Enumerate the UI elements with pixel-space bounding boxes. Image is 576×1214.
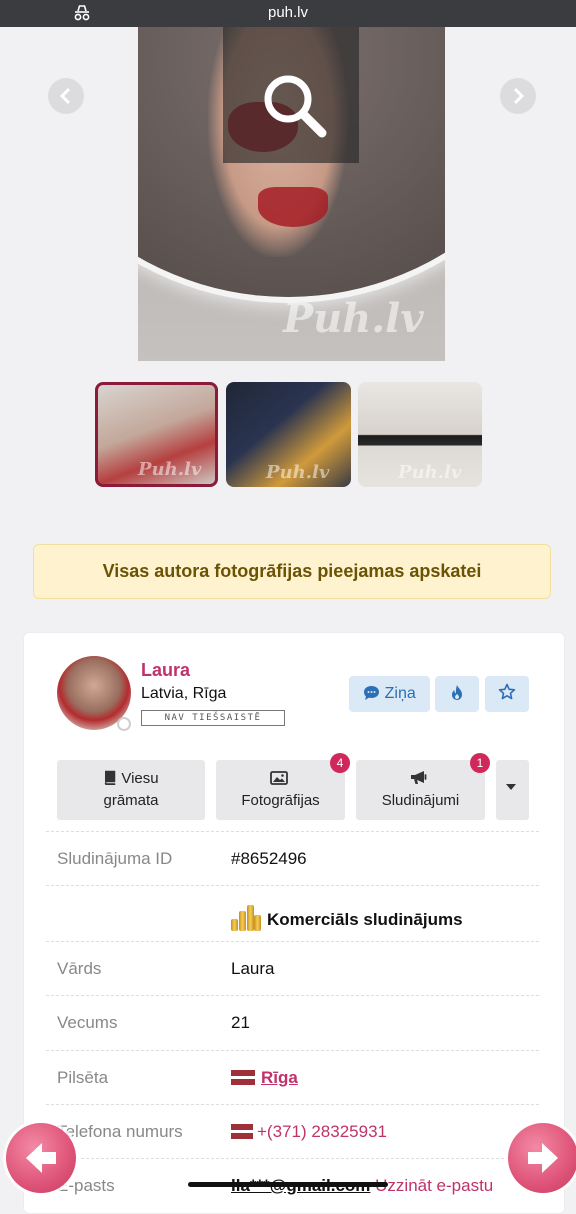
thumbnail-3[interactable]: Puh.lv bbox=[358, 382, 482, 487]
latvia-flag-icon bbox=[231, 1124, 253, 1139]
age-label: Vecums bbox=[57, 1013, 118, 1032]
caret-down-icon bbox=[506, 784, 516, 790]
profile-card: Laura Latvia, Rīga NAV TIEŠSAISTĒ Ziņa V… bbox=[23, 632, 565, 1214]
browser-domain[interactable]: puh.lv bbox=[0, 4, 576, 21]
reveal-email-link[interactable]: Uzzināt e-pastu bbox=[375, 1176, 493, 1195]
star-icon bbox=[498, 683, 516, 700]
detail-row-ad-id: Sludinājuma ID #8652496 bbox=[46, 831, 539, 886]
megaphone-icon bbox=[410, 771, 426, 784]
next-profile-button[interactable] bbox=[508, 1123, 576, 1193]
thumbnail-2[interactable]: Puh.lv bbox=[226, 382, 351, 487]
detail-row-name: Vārds Laura bbox=[46, 941, 539, 996]
phone-label: Telefona numurs bbox=[57, 1122, 183, 1141]
tab-photos[interactable]: Fotogrāfijas 4 bbox=[216, 753, 350, 820]
photo-watermark: Puh.lv bbox=[283, 295, 424, 342]
thumbnail-1[interactable]: Puh.lv bbox=[95, 382, 218, 487]
arrow-right-icon bbox=[528, 1143, 558, 1173]
offline-status-dot bbox=[117, 717, 131, 731]
commercial-label: Komerciāls sludinājums bbox=[267, 910, 463, 929]
fire-button[interactable] bbox=[435, 676, 479, 712]
tab-guestbook-label-1: Viesu bbox=[121, 770, 159, 787]
profile-location: Latvia, Rīga bbox=[141, 685, 227, 702]
name-label: Vārds bbox=[57, 959, 102, 978]
city-label: Pilsēta bbox=[57, 1068, 109, 1087]
tab-guestbook[interactable]: Viesu grāmata bbox=[57, 760, 205, 820]
chat-icon bbox=[364, 686, 380, 700]
photos-count-badge: 4 bbox=[330, 753, 350, 773]
message-button[interactable]: Ziņa bbox=[349, 676, 430, 712]
tab-photos-label: Fotogrāfijas bbox=[241, 792, 320, 809]
detail-row-commercial: Komerciāls sludinājums bbox=[46, 885, 539, 940]
detail-row-city: Pilsēta Rīga bbox=[46, 1050, 539, 1105]
message-button-label: Ziņa bbox=[384, 685, 416, 702]
gallery-next-button[interactable] bbox=[500, 78, 536, 114]
tab-ads-label: Sludinājumi bbox=[381, 792, 460, 809]
coins-icon bbox=[231, 903, 261, 931]
age-value: 21 bbox=[231, 1013, 250, 1032]
ads-count-badge: 1 bbox=[470, 753, 490, 773]
previous-profile-button[interactable] bbox=[6, 1123, 76, 1193]
tab-ads[interactable]: Sludinājumi 1 bbox=[356, 753, 490, 820]
images-icon bbox=[269, 771, 288, 785]
detail-row-phone: Telefona numurs +(371) 28325931 bbox=[46, 1104, 539, 1159]
ad-id-label: Sludinājuma ID bbox=[57, 849, 173, 868]
arrow-left-icon bbox=[26, 1143, 56, 1173]
more-dropdown-button[interactable] bbox=[496, 760, 529, 820]
browser-top-bar: puh.lv bbox=[0, 0, 576, 27]
status-badge: NAV TIEŠSAISTĒ bbox=[141, 710, 285, 726]
book-icon bbox=[105, 770, 116, 785]
gallery-prev-button[interactable] bbox=[48, 78, 84, 114]
latvia-flag-icon bbox=[231, 1070, 255, 1085]
magnifier-icon[interactable] bbox=[258, 69, 330, 141]
main-photo[interactable]: Puh.lv bbox=[138, 27, 445, 361]
detail-row-age: Vecums 21 bbox=[46, 995, 539, 1050]
profile-name[interactable]: Laura bbox=[141, 660, 190, 681]
favorite-button[interactable] bbox=[485, 676, 529, 712]
city-link[interactable]: Rīga bbox=[261, 1068, 298, 1087]
ad-id-value: #8652496 bbox=[231, 849, 307, 868]
tab-guestbook-label-2: grāmata bbox=[103, 792, 159, 809]
fire-icon bbox=[452, 685, 462, 700]
name-value: Laura bbox=[231, 959, 275, 978]
chevron-right-icon bbox=[513, 87, 525, 105]
home-indicator bbox=[188, 1182, 388, 1187]
chevron-left-icon bbox=[59, 87, 71, 105]
phone-link[interactable]: +(371) 28325931 bbox=[257, 1122, 387, 1141]
photos-notice: Visas autora fotogrāfijas pieejamas apsk… bbox=[33, 544, 551, 599]
